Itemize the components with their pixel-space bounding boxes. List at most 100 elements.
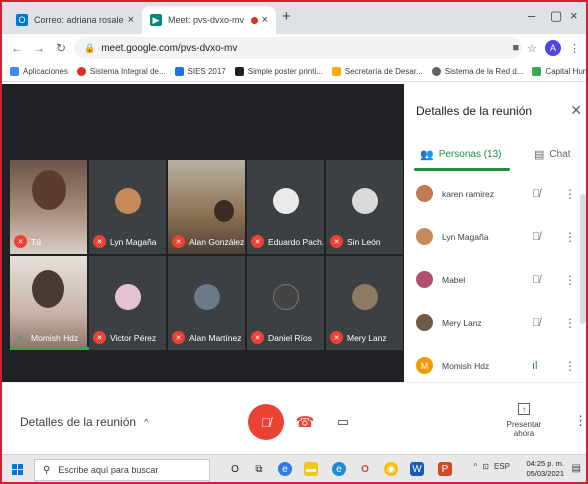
new-tab-button[interactable]: + bbox=[282, 8, 291, 25]
back-icon[interactable]: ← bbox=[6, 41, 28, 55]
chrome-icon[interactable]: ◉ bbox=[384, 462, 398, 476]
bookmark-apps[interactable]: Aplicaciones bbox=[10, 67, 68, 76]
language-indicator[interactable]: ESP bbox=[494, 462, 510, 471]
notifications-icon[interactable]: ▤ bbox=[572, 463, 581, 474]
participant-tile[interactable]: ✕ Daniel Ríos bbox=[247, 256, 324, 350]
mic-off-icon: 🎙̸ bbox=[532, 230, 541, 243]
chevron-up-icon: ^ bbox=[144, 417, 149, 427]
chat-icon: ▤ bbox=[534, 149, 545, 161]
participant-avatar bbox=[273, 284, 299, 310]
reload-icon[interactable]: ↻ bbox=[50, 41, 72, 55]
participant-tile[interactable]: ✕ Eduardo Pach... bbox=[247, 160, 324, 254]
more-options-icon[interactable]: ⋮ bbox=[564, 316, 576, 330]
bookmark-icon bbox=[234, 67, 244, 76]
people-row[interactable]: Mery Lanz 🎙̸ ⋮ bbox=[404, 301, 586, 344]
active-speaker-indicator bbox=[10, 347, 89, 350]
mic-off-icon: 🎙̸ bbox=[261, 414, 271, 430]
leave-call-button[interactable]: ☎ bbox=[288, 405, 322, 439]
camera-toggle-button[interactable]: ▭ bbox=[326, 405, 360, 439]
windows-start-icon[interactable] bbox=[12, 464, 23, 475]
bookmark-item[interactable]: Simple poster printi... bbox=[234, 67, 323, 76]
tab-chat[interactable]: ▤ Chat bbox=[534, 148, 571, 161]
person-name: Mery Lanz bbox=[442, 317, 482, 328]
present-now-button[interactable]: ↑ Presentar ahora bbox=[496, 403, 552, 438]
people-row[interactable]: Mabel 🎙̸ ⋮ bbox=[404, 258, 586, 301]
more-options-icon[interactable]: ⋮ bbox=[564, 273, 576, 287]
video-grid: ✕ Tú ✕ Lyn Magaña ✕ Alan González ✕ Eduardo … bbox=[2, 84, 404, 382]
store-icon[interactable]: e bbox=[332, 462, 346, 476]
camera-in-use-icon[interactable]: ■ bbox=[512, 42, 519, 54]
more-options-icon[interactable]: ⋮ bbox=[564, 230, 576, 244]
bookmark-item[interactable]: SIES 2017 bbox=[174, 67, 226, 76]
tab-people-underline bbox=[414, 168, 510, 171]
mic-toggle-button[interactable]: 🎙̸ bbox=[248, 404, 284, 440]
file-explorer-icon[interactable]: ▬ bbox=[304, 462, 318, 476]
participant-tile[interactable]: ✕ Tú bbox=[10, 160, 87, 254]
more-options-icon[interactable]: ⋮ bbox=[564, 359, 576, 373]
participant-name: Tú bbox=[31, 236, 41, 247]
panel-scrollbar[interactable] bbox=[580, 194, 586, 324]
outlook-icon: O bbox=[16, 14, 28, 26]
maximize-button[interactable]: ▢ bbox=[550, 8, 562, 24]
bookmark-item[interactable]: Sistema Integral de... bbox=[76, 67, 166, 76]
participant-name: Lyn Magaña bbox=[110, 236, 157, 247]
mic-off-icon: ✕ bbox=[172, 331, 185, 344]
tab-outlook[interactable]: O Correo: adriana rosales - Outlook × bbox=[8, 6, 142, 34]
hang-up-icon: ☎ bbox=[295, 414, 315, 431]
star-icon[interactable]: ☆ bbox=[527, 42, 537, 55]
participant-tile[interactable]: ✕ Lyn Magaña bbox=[89, 160, 166, 254]
network-icon[interactable]: ⊡ bbox=[482, 462, 489, 471]
menu-icon[interactable]: ⋮ bbox=[569, 42, 580, 55]
minimize-button[interactable]: – bbox=[528, 8, 535, 23]
tab-title: Meet: pvs-dvxo-mv bbox=[168, 15, 245, 25]
meeting-details-button[interactable]: Detalles de la reunión ^ bbox=[20, 415, 148, 429]
participant-name: Victor Pérez bbox=[110, 332, 157, 343]
recording-indicator-icon bbox=[250, 16, 258, 24]
bookmark-item[interactable]: Secretaría de Desar... bbox=[331, 67, 423, 76]
cortana-icon[interactable]: O bbox=[228, 462, 242, 476]
profile-avatar[interactable]: A bbox=[545, 40, 561, 56]
mic-off-icon: 🎙̸ bbox=[532, 316, 541, 329]
word-icon[interactable]: W bbox=[410, 462, 424, 476]
tab-title: Correo: adriana rosales - Outlook bbox=[34, 15, 124, 25]
opera-icon[interactable]: O bbox=[358, 462, 372, 476]
people-row[interactable]: Lyn Magaña 🎙̸ ⋮ bbox=[404, 215, 586, 258]
taskbar-search-box[interactable]: ⚲ Escribe aquí para buscar bbox=[34, 459, 210, 481]
people-row[interactable]: karen ramirez 🎙̸ ⋮ bbox=[404, 172, 586, 215]
chevron-up-icon[interactable]: ^ bbox=[474, 462, 478, 471]
mic-off-icon: ✕ bbox=[330, 235, 343, 248]
powerpoint-icon[interactable]: P bbox=[438, 462, 452, 476]
taskbar-clock[interactable]: 04:25 p. m. 05/03/2021 bbox=[526, 459, 564, 479]
participant-face bbox=[32, 170, 66, 210]
participant-name: Sin León bbox=[347, 236, 381, 247]
edge-icon[interactable]: e bbox=[278, 462, 292, 476]
more-options-icon[interactable]: ⋮ bbox=[564, 187, 576, 201]
participant-tile[interactable]: ✕ Sin León bbox=[326, 160, 403, 254]
task-view-icon[interactable]: ⧉ bbox=[252, 462, 266, 476]
people-row[interactable]: M Momish Hdz ıl ⋮ bbox=[404, 344, 586, 387]
participant-tile[interactable]: ✕ Alan González bbox=[168, 160, 245, 254]
bookmark-item[interactable]: Capital Humano - S... bbox=[532, 67, 586, 76]
participant-name: Alan González bbox=[189, 236, 245, 247]
panel-title: Detalles de la reunión bbox=[416, 104, 533, 118]
tab-meet[interactable]: ▶ Meet: pvs-dvxo-mv × bbox=[142, 6, 276, 34]
participant-tile[interactable]: ✕ Alan Martínez bbox=[168, 256, 245, 350]
more-options-icon[interactable]: ⋮ bbox=[574, 413, 586, 429]
tab-people[interactable]: 👥 Personas (13) bbox=[420, 148, 502, 161]
close-panel-icon[interactable]: ✕ bbox=[570, 102, 582, 119]
bookmark-item[interactable]: Sistema de la Red d... bbox=[431, 67, 523, 76]
apps-icon bbox=[10, 67, 19, 76]
participant-name: Momish Hdz bbox=[31, 332, 79, 343]
close-window-button[interactable]: × bbox=[570, 8, 578, 23]
bookmark-icon bbox=[331, 67, 341, 76]
participant-tile[interactable]: ıl Momish Hdz bbox=[10, 256, 87, 350]
close-tab-icon[interactable]: × bbox=[262, 14, 268, 26]
participant-tile[interactable]: ✕ Mery Lanz bbox=[326, 256, 403, 350]
close-tab-icon[interactable]: × bbox=[128, 14, 134, 26]
speaking-icon: ıl bbox=[532, 359, 538, 372]
forward-icon[interactable]: → bbox=[28, 41, 50, 55]
participant-tile[interactable]: ✕ Victor Pérez bbox=[89, 256, 166, 350]
bookmarks-bar: Aplicaciones Sistema Integral de... SIES… bbox=[2, 62, 586, 82]
url-bar[interactable]: 🔒 meet.google.com/pvs-dvxo-mv bbox=[74, 37, 522, 59]
clock-date: 05/03/2021 bbox=[526, 469, 564, 478]
